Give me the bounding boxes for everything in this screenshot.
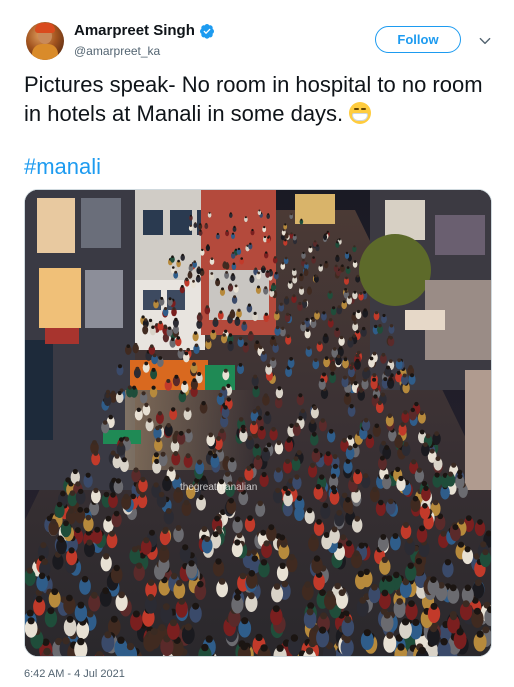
avatar-body <box>32 44 58 60</box>
chevron-down-icon[interactable] <box>478 34 492 48</box>
tweet-photo[interactable]: thegreatmanalian <box>24 189 492 657</box>
tweet-text: Pictures speak- No room in hospital to n… <box>24 70 484 128</box>
tweet-header: Amarpreet Singh @amarpreet_ka Follow <box>22 20 502 64</box>
avatar[interactable] <box>26 22 64 60</box>
author-name-row[interactable]: Amarpreet Singh <box>74 22 215 39</box>
face-with-medical-mask-icon <box>349 102 372 124</box>
verified-badge-icon <box>199 23 214 39</box>
follow-button[interactable]: Follow <box>375 26 461 53</box>
hashtag-link[interactable]: #manali <box>24 154 101 180</box>
tweet-body: Pictures speak- No room in hospital to n… <box>24 72 483 126</box>
photo-watermark: thegreatmanalian <box>180 482 257 493</box>
author-handle[interactable]: @amarpreet_ka <box>74 44 215 58</box>
author-name[interactable]: Amarpreet Singh <box>74 22 195 39</box>
crowded-street-photo: thegreatmanalian <box>25 190 491 656</box>
tweet-timestamp[interactable]: 6:42 AM - 4 Jul 2021 <box>24 668 125 680</box>
avatar-turban <box>35 23 55 33</box>
author-block: Amarpreet Singh @amarpreet_ka <box>74 22 215 58</box>
